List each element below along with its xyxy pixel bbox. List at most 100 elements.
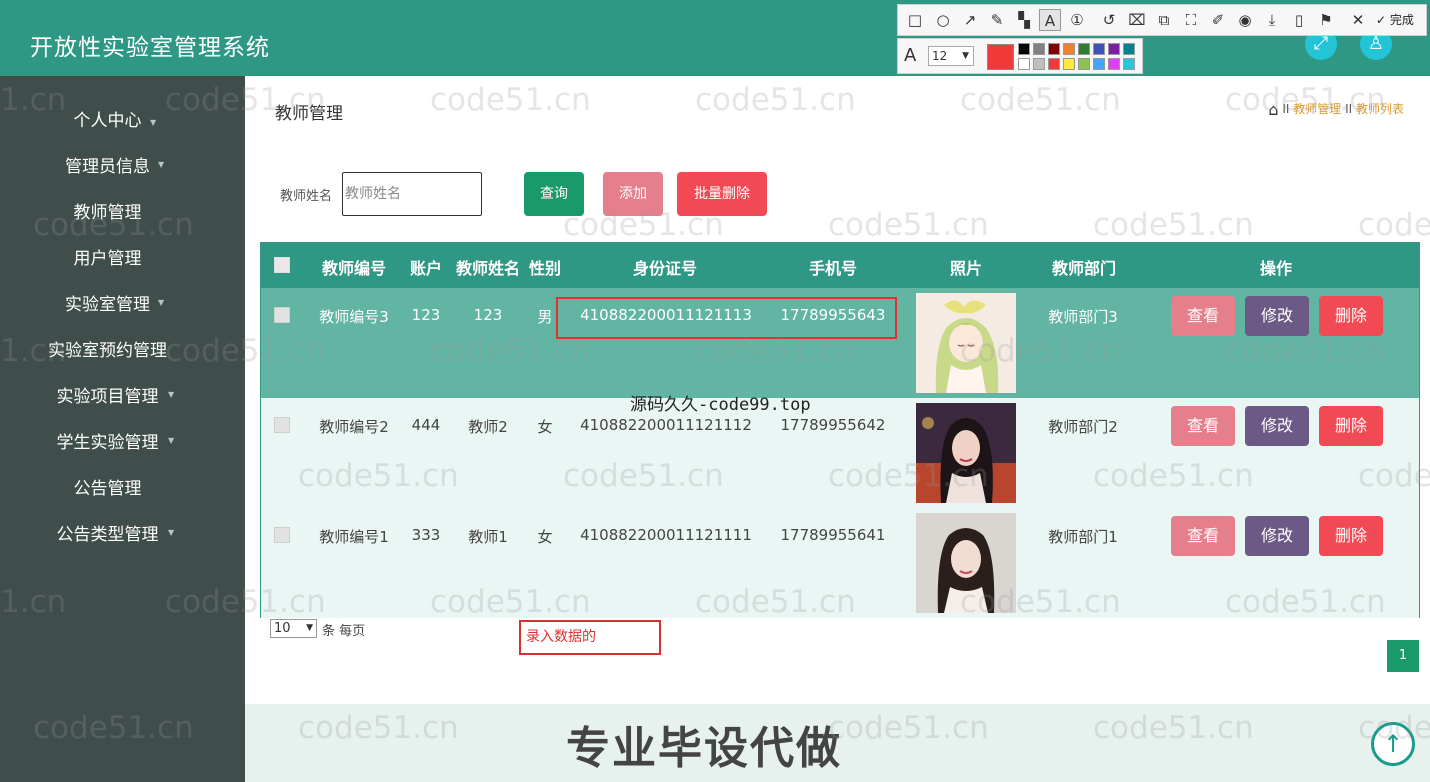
- color-swatch[interactable]: [1108, 43, 1120, 55]
- ellipse-icon[interactable]: ○: [932, 9, 954, 31]
- delete-icon[interactable]: ⌧: [1126, 9, 1148, 31]
- view-button[interactable]: 查看: [1171, 516, 1235, 556]
- page-number-button[interactable]: 1: [1387, 640, 1419, 672]
- teacher-photo: [916, 513, 1016, 613]
- col-id-card: 身份证号: [632, 259, 697, 278]
- breadcrumb-teacher-list[interactable]: 教师列表: [1356, 102, 1404, 116]
- sidebar-item-student-experiment[interactable]: 学生实验管理 ▼: [0, 431, 215, 455]
- color-swatch[interactable]: [1018, 43, 1030, 55]
- phone-icon[interactable]: ▯: [1288, 9, 1310, 31]
- batch-delete-button[interactable]: 批量删除: [677, 172, 767, 216]
- color-swatch[interactable]: [1078, 58, 1090, 70]
- copy-icon[interactable]: ⧉: [1153, 9, 1175, 31]
- view-button[interactable]: 查看: [1171, 406, 1235, 446]
- row-checkbox[interactable]: [274, 417, 290, 433]
- gender-cell: 女: [537, 528, 553, 546]
- close-icon[interactable]: ✕: [1347, 9, 1369, 31]
- color-swatch[interactable]: [1093, 58, 1105, 70]
- edit-button[interactable]: 修改: [1245, 406, 1309, 446]
- color-swatch[interactable]: [1048, 43, 1060, 55]
- download-icon[interactable]: ⤓: [1261, 9, 1283, 31]
- text-icon[interactable]: A: [1039, 9, 1061, 31]
- phone-cell: 17789955641: [780, 526, 886, 544]
- col-phone: 手机号: [808, 259, 857, 278]
- woman-photo: [916, 403, 1016, 503]
- annotation-highlight-box: [556, 297, 897, 339]
- sidebar-item-teacher[interactable]: 教师管理: [0, 201, 215, 225]
- color-swatch[interactable]: [1123, 58, 1135, 70]
- per-page-label: 条 每页: [322, 624, 366, 639]
- sidebar-item-project[interactable]: 实验项目管理 ▼: [0, 385, 215, 409]
- watermark: code51.cn: [695, 82, 856, 118]
- teacher-id-cell: 教师编号2: [319, 418, 389, 436]
- sidebar-item-lab-reservation[interactable]: 实验室预约管理: [0, 339, 215, 363]
- gender-cell: 女: [537, 418, 553, 436]
- arrow-icon[interactable]: ↗: [959, 9, 981, 31]
- delete-button[interactable]: 删除: [1319, 406, 1383, 446]
- watermark: code51.cn: [828, 207, 989, 243]
- color-swatch[interactable]: [1078, 43, 1090, 55]
- edit-button[interactable]: 修改: [1245, 296, 1309, 336]
- woman-photo: [916, 513, 1016, 613]
- sidebar-item-admin[interactable]: 管理员信息 ▼: [0, 155, 215, 179]
- color-swatch[interactable]: [1063, 58, 1075, 70]
- delete-button[interactable]: 删除: [1319, 516, 1383, 556]
- breadcrumb-teacher-manage[interactable]: 教师管理: [1293, 102, 1341, 116]
- query-button[interactable]: 查询: [524, 172, 584, 216]
- breadcrumb: ⌂ II 教师管理 II 教师列表: [1268, 100, 1404, 119]
- arrow-up-icon[interactable]: ↑: [1371, 722, 1415, 766]
- color-swatch[interactable]: [1093, 43, 1105, 55]
- add-button[interactable]: 添加: [603, 172, 663, 216]
- account-cell: 333: [411, 526, 441, 544]
- watermark: code51.cn: [960, 82, 1121, 118]
- done-button[interactable]: ✓ 完成: [1376, 9, 1414, 31]
- color-swatch[interactable]: [1048, 58, 1060, 70]
- fullscreen-icon[interactable]: ⛶: [1180, 9, 1202, 31]
- sidebar-item-user[interactable]: 用户管理: [0, 247, 215, 271]
- home-icon[interactable]: ⌂: [1268, 100, 1278, 119]
- col-actions: 操作: [1259, 259, 1292, 278]
- record-icon[interactable]: ◉: [1234, 9, 1256, 31]
- view-button[interactable]: 查看: [1171, 296, 1235, 336]
- bookmark-icon[interactable]: ⚑: [1315, 9, 1337, 31]
- chevron-down-icon: ▼: [306, 623, 313, 633]
- annotation-toolbar: □ ○ ↗ ✎ ▚ A ① ↺ ⌧ ⧉ ⛶ ✐ ◉ ⤓ ▯ ⚑ ✕ ✓ 完成: [897, 4, 1427, 36]
- sidebar-item-notice-type[interactable]: 公告类型管理 ▼: [0, 523, 215, 547]
- select-all-checkbox[interactable]: [274, 257, 290, 273]
- rectangle-icon[interactable]: □: [904, 9, 926, 31]
- pin-icon[interactable]: ✐: [1207, 9, 1229, 31]
- color-swatch[interactable]: [1018, 58, 1030, 70]
- table-header: 教师编号 账户 教师姓名 性别 身份证号 手机号 照片 教师部门 操作: [261, 243, 1419, 288]
- mosaic-icon[interactable]: ▚: [1013, 9, 1035, 31]
- color-swatch[interactable]: [1033, 58, 1045, 70]
- page-size-select[interactable]: 10 ▼: [270, 619, 317, 638]
- sidebar-item-lab[interactable]: 实验室管理 ▼: [0, 293, 215, 317]
- edit-button[interactable]: 修改: [1245, 516, 1309, 556]
- sidebar-item-notice[interactable]: 公告管理: [0, 477, 215, 501]
- font-size-select[interactable]: 12 ▼: [928, 46, 974, 66]
- number-icon[interactable]: ①: [1066, 9, 1088, 31]
- pencil-icon[interactable]: ✎: [986, 9, 1008, 31]
- delete-button[interactable]: 删除: [1319, 296, 1383, 336]
- annotation-style-panel: A 12 ▼: [897, 38, 1143, 74]
- app-title: 开放性实验室管理系统: [30, 35, 270, 61]
- col-photo: 照片: [949, 259, 982, 278]
- department-cell: 教师部门1: [1048, 528, 1118, 546]
- undo-icon[interactable]: ↺: [1098, 9, 1120, 31]
- row-checkbox[interactable]: [274, 307, 290, 323]
- department-cell: 教师部门2: [1048, 418, 1118, 436]
- row-checkbox[interactable]: [274, 527, 290, 543]
- color-swatch[interactable]: [1108, 58, 1120, 70]
- teacher-id-cell: 教师编号1: [319, 528, 389, 546]
- color-swatch[interactable]: [1123, 43, 1135, 55]
- teacher-photo: [916, 403, 1016, 503]
- font-icon: A: [904, 45, 917, 66]
- current-color-swatch[interactable]: [987, 44, 1014, 70]
- color-swatch[interactable]: [1063, 43, 1075, 55]
- table-row: 教师编号2 444 教师2 女 410882200011121112 17789…: [261, 398, 1419, 508]
- id-card-cell: 410882200011121111: [580, 526, 752, 544]
- sidebar-item-profile[interactable]: 个人中心 ▼: [0, 109, 215, 133]
- teacher-name-search-input[interactable]: [342, 172, 482, 216]
- annotation-text-box[interactable]: 录入数据的: [519, 620, 661, 655]
- color-swatch[interactable]: [1033, 43, 1045, 55]
